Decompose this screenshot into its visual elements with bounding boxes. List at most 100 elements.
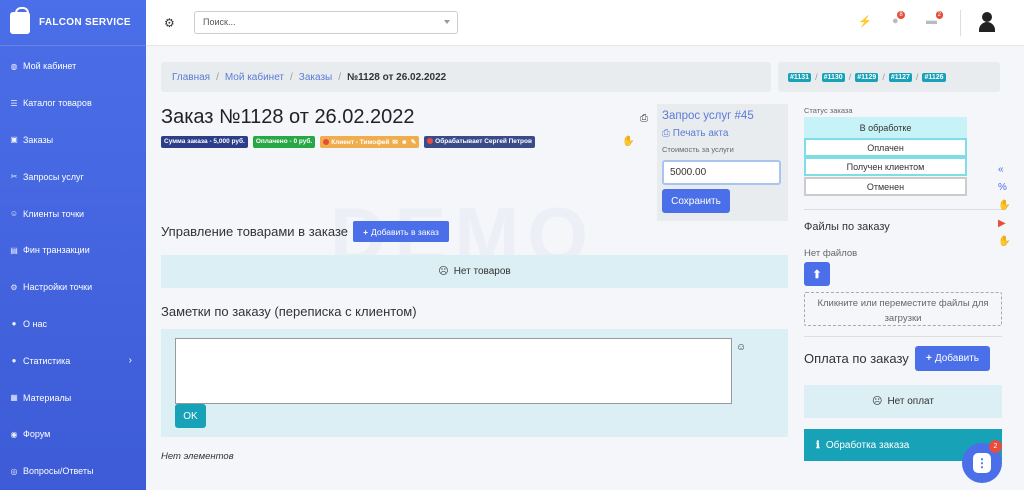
gear-icon[interactable]: ⚙ bbox=[164, 16, 175, 30]
ok-button[interactable]: OK bbox=[175, 404, 206, 428]
order-badges: Сумма заказа - 5,000 руб. Оплачено - 0 р… bbox=[161, 136, 535, 148]
messages-badge: 2 bbox=[935, 11, 943, 19]
settings-icon: ⚙ bbox=[10, 282, 18, 292]
hand-icon[interactable]: ✋ bbox=[998, 198, 1010, 213]
payment-title: Оплата по заказу bbox=[804, 351, 909, 366]
file-dropzone[interactable]: Кликните или переместите файлы для загру… bbox=[804, 292, 1002, 326]
order-link[interactable]: #1126 bbox=[922, 72, 946, 82]
avatar[interactable] bbox=[978, 12, 996, 32]
divider bbox=[804, 209, 1002, 210]
chevron-right-icon: › bbox=[128, 355, 132, 367]
order-link[interactable]: #1130 bbox=[821, 72, 845, 82]
notes-textarea[interactable] bbox=[175, 338, 732, 404]
sidebar-item-label: О нас bbox=[23, 318, 47, 329]
no-goods: ☹ Нет товаров bbox=[161, 255, 788, 288]
status-cancelled[interactable]: Отменен bbox=[804, 177, 967, 196]
files-title: Файлы по заказу bbox=[804, 221, 890, 233]
divider bbox=[804, 336, 1002, 337]
book-icon: ▦ bbox=[10, 393, 18, 403]
status-label: Статус заказа bbox=[804, 106, 853, 115]
order-link[interactable]: #1131 bbox=[788, 72, 812, 82]
client-badge[interactable]: Клиент - Тимофей ✉ ☻ ✎ bbox=[320, 136, 420, 148]
order-link[interactable]: #1127 bbox=[888, 72, 912, 82]
add-goods-button[interactable]: + Добавить в заказ bbox=[353, 221, 449, 242]
bell-icon[interactable]: ● 8 bbox=[892, 11, 905, 27]
sidebar-item-faq[interactable]: ◎ Вопросы/Ответы bbox=[0, 453, 146, 490]
service-request-link[interactable]: Запрос услуг #45 bbox=[662, 110, 783, 122]
notifications-badge: 8 bbox=[897, 11, 905, 19]
tools-icon: ✂ bbox=[10, 172, 18, 182]
sad-face-icon: ☹ bbox=[438, 266, 449, 277]
forum-icon: ◉ bbox=[10, 429, 18, 439]
brand-name: FALCON SERVICE bbox=[39, 17, 131, 28]
user-icon[interactable]: ☻ bbox=[401, 139, 408, 146]
sidebar-item-orders[interactable]: ▣ Заказы bbox=[0, 122, 146, 159]
percent-icon[interactable]: % bbox=[998, 180, 1010, 195]
save-button[interactable]: Сохранить bbox=[662, 189, 730, 213]
sidebar-item-statistics[interactable]: ● Статистика › bbox=[0, 342, 146, 379]
money-icon: ▤ bbox=[10, 245, 18, 255]
edit-icon[interactable]: ✎ bbox=[411, 138, 416, 146]
upload-icon: ⬆ bbox=[812, 268, 822, 281]
order-navigation: #1131/ #1130/ #1129/ #1127/ #1126 bbox=[778, 62, 1000, 92]
status-processing[interactable]: В обработке bbox=[804, 117, 967, 138]
sidebar-item-service-requests[interactable]: ✂ Запросы услуг bbox=[0, 158, 146, 195]
print-act-link[interactable]: ⎙ Печать акта bbox=[662, 128, 783, 139]
service-request-card: Запрос услуг #45 ⎙ Печать акта Стоимость… bbox=[657, 104, 788, 221]
envelope-icon[interactable]: ▬ 2 bbox=[926, 11, 943, 27]
sidebar: FALCON SERVICE ◍ Мой кабинет ☰ Каталог тов… bbox=[0, 0, 146, 490]
sidebar-item-label: Клиенты точки bbox=[23, 208, 85, 219]
sidebar-item-settings[interactable]: ⚙ Настройки точки bbox=[0, 269, 146, 306]
hand-icon[interactable]: ✋ bbox=[998, 234, 1010, 249]
page-title: Заказ №1128 от 26.02.2022 bbox=[161, 106, 415, 128]
cost-label: Стоимость за услуги bbox=[662, 145, 734, 154]
upload-button[interactable]: ⬆ bbox=[804, 262, 830, 286]
paid-badge: Оплачено - 0 руб. bbox=[252, 136, 316, 148]
search-input[interactable]: Поиск... bbox=[194, 11, 458, 34]
sidebar-item-transactions[interactable]: ▤ Фин транзакции bbox=[0, 232, 146, 269]
breadcrumb-home[interactable]: Главная bbox=[172, 72, 210, 83]
sad-face-icon: ☹ bbox=[872, 396, 883, 407]
hand-icon[interactable]: ✋ bbox=[622, 136, 634, 147]
sidebar-item-about[interactable]: ● О нас bbox=[0, 306, 146, 343]
breadcrumb-cabinet[interactable]: Мой кабинет bbox=[225, 72, 284, 83]
cost-input[interactable]: 5000.00 bbox=[662, 160, 781, 185]
status-paid[interactable]: Оплачен bbox=[804, 138, 967, 157]
sidebar-item-label: Статистика bbox=[23, 355, 71, 366]
print-icon[interactable]: ⎙ bbox=[640, 113, 648, 124]
sum-badge: Сумма заказа - 5,000 руб. bbox=[161, 136, 248, 148]
breadcrumb-orders[interactable]: Заказы bbox=[299, 72, 332, 83]
order-link[interactable]: #1129 bbox=[855, 72, 879, 82]
chat-badge: 2 bbox=[989, 440, 1002, 453]
sidebar-item-label: Запросы услуг bbox=[23, 171, 84, 182]
sidebar-item-materials[interactable]: ▦ Материалы bbox=[0, 379, 146, 416]
handler-badge: Обрабатывает Сергей Петров bbox=[424, 136, 535, 148]
sidebar-item-label: Настройки точки bbox=[23, 282, 93, 293]
divider bbox=[960, 10, 961, 36]
sidebar-item-label: Заказы bbox=[23, 134, 54, 145]
sidebar-item-forum[interactable]: ◉ Форум bbox=[0, 416, 146, 453]
sidebar-item-label: Фин транзакции bbox=[23, 245, 90, 256]
sidebar-item-catalog[interactable]: ☰ Каталог товаров bbox=[0, 85, 146, 122]
no-payments: ☹ Нет оплат bbox=[804, 385, 1002, 418]
double-chevron-left-icon[interactable]: « bbox=[998, 162, 1010, 177]
status-received[interactable]: Получен клиентом bbox=[804, 157, 967, 176]
sidebar-item-clients[interactable]: ☺ Клиенты точки bbox=[0, 195, 146, 232]
envelope-icon[interactable]: ✉ bbox=[392, 138, 397, 146]
chat-icon: ⋮ bbox=[973, 453, 991, 473]
emoji-icon[interactable]: ☺ bbox=[736, 342, 746, 353]
sidebar-item-label: Вопросы/Ответы bbox=[23, 466, 94, 477]
plus-icon: + bbox=[925, 353, 932, 364]
brand[interactable]: FALCON SERVICE bbox=[0, 0, 146, 46]
chart-icon: ● bbox=[11, 356, 17, 366]
status-dot-icon bbox=[323, 139, 330, 145]
topbar: ⚙ Поиск... ⚡ ● 8 ▬ 2 bbox=[146, 0, 1024, 46]
youtube-icon[interactable]: ▶ bbox=[998, 216, 1010, 231]
breadcrumb-current: №1128 от 26.02.2022 bbox=[347, 71, 447, 83]
sidebar-item-cabinet[interactable]: ◍ Мой кабинет bbox=[0, 48, 146, 85]
info-icon: ● bbox=[11, 319, 17, 329]
add-payment-button[interactable]: + Добавить bbox=[915, 346, 990, 371]
goods-title: Управление товарами в заказе bbox=[161, 224, 348, 239]
lightning-icon[interactable]: ⚡ bbox=[858, 15, 872, 28]
sidebar-item-label: Мой кабинет bbox=[23, 61, 77, 72]
